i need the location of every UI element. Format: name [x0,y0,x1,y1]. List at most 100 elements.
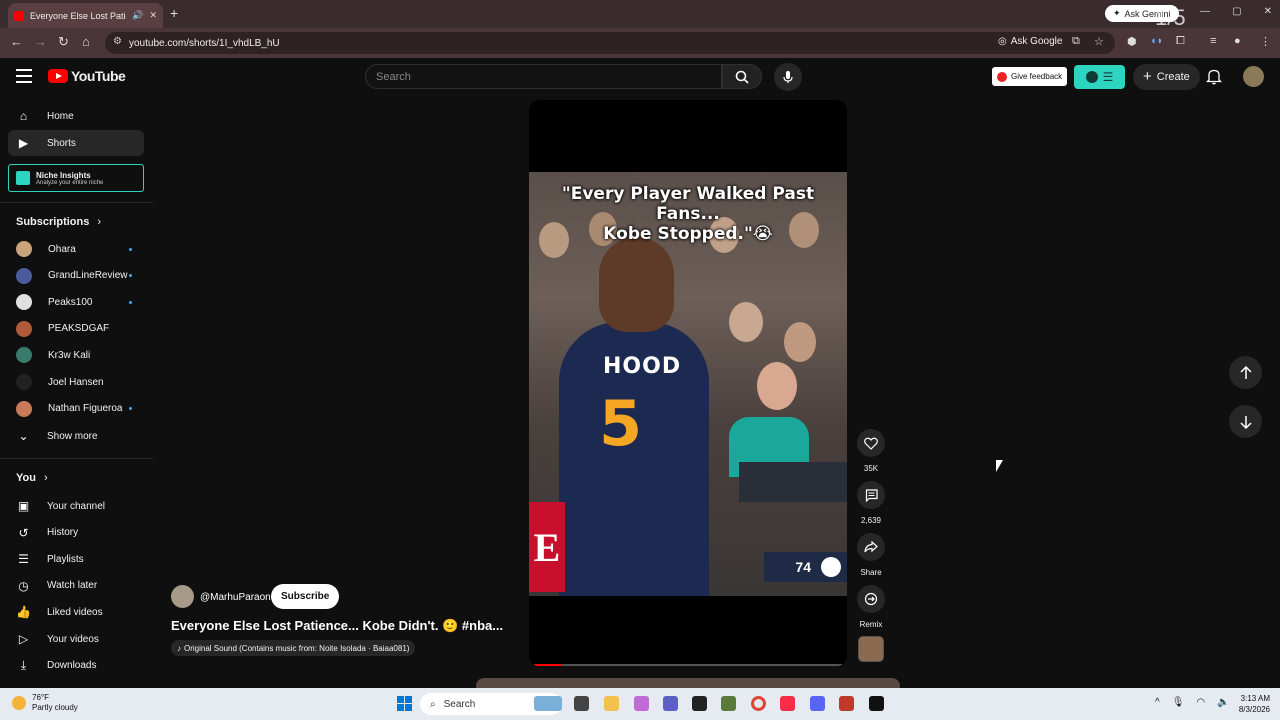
apple-music-icon[interactable] [780,696,795,711]
sidebar-subscription-item[interactable]: PEAKSDGAF [8,316,144,342]
arrow-up-icon [1239,365,1252,379]
sound-thumbnail[interactable] [858,636,884,662]
weather-widget[interactable]: 76°F Partly cloudy [12,693,78,713]
sidebar-item-label: Liked videos [47,606,103,618]
channel-handle[interactable]: @MarhuParaon [200,592,271,603]
create-button[interactable]: + Create [1133,64,1200,90]
show-hidden-icons-icon[interactable]: ^ [1155,697,1160,708]
discord-icon[interactable] [810,696,825,711]
sound-link[interactable]: ♪ Original Sound (Contains music from: N… [171,640,416,656]
close-window-icon[interactable]: ✕ [1264,6,1272,17]
you-heading[interactable]: You › [16,472,48,484]
home-browser-icon[interactable]: ⌂ [82,34,90,49]
next-short-button[interactable] [1229,405,1262,438]
niche-insights-subtitle: Analyze your entire niche [36,179,104,186]
extension-shield-icon[interactable]: ⬢ [1127,35,1137,48]
sidebar-item-shorts[interactable]: ▶ Shorts [8,130,144,156]
site-info-icon[interactable]: ⚙ [113,36,122,47]
subscriptions-label: Subscriptions [16,216,90,228]
back-icon[interactable]: ← [10,34,23,49]
browser-tab[interactable]: Everyone Else Lost Patience 🔊 ✕ [8,3,163,28]
tab-audio-icon[interactable]: 🔊 [132,10,143,21]
teams-icon[interactable] [663,696,678,711]
subscribe-button[interactable]: Subscribe [271,584,340,609]
terminal-icon[interactable] [869,696,884,711]
previous-short-button[interactable] [1229,356,1262,389]
like-button[interactable]: 35K [857,429,885,473]
taskbar-widget-image-icon[interactable] [534,696,562,711]
wifi-icon[interactable]: ◠ [1196,697,1205,708]
extension-audio-icon[interactable]: ◖◗ [1150,35,1163,47]
bookmark-star-icon[interactable]: ☆ [1094,35,1104,48]
file-explorer-icon[interactable] [604,696,619,711]
niche-insights-card[interactable]: Niche Insights Analyze your entire niche [8,164,144,192]
search-button[interactable] [722,64,762,89]
new-tab-button[interactable]: + [170,5,178,21]
share-button[interactable]: Share [857,533,885,577]
reading-list-icon[interactable]: ≡ [1210,35,1216,47]
niche-extension-button[interactable]: ☰ [1074,65,1125,89]
sidebar-you-item[interactable]: ▣ Your channel [8,493,144,519]
shorts-icon: ▶ [18,136,29,150]
you-label: You [16,472,36,484]
sidebar-you-item[interactable]: ↺ History [8,520,144,546]
task-view-icon[interactable] [574,696,589,711]
reload-icon[interactable]: ↻ [58,34,69,50]
remix-button[interactable]: Remix [857,585,885,629]
ask-google-label: Ask Google [1010,36,1063,47]
hamburger-menu-icon[interactable] [16,69,32,83]
minecraft-icon[interactable] [721,696,736,711]
url-field[interactable]: ⚙ youtube.com/shorts/1I_vhdLB_hU [105,32,1115,54]
sidebar-subscription-item[interactable]: Joel Hansen [8,369,144,395]
sidebar-you-item[interactable]: ⤓ Downloads [8,653,144,679]
progress-bar[interactable] [534,664,842,666]
next-short-preview[interactable] [476,678,900,688]
copilot-icon[interactable] [634,696,649,711]
sidebar-subscription-item[interactable]: Kr3w Kali [8,342,144,368]
windows-start-icon[interactable] [397,696,412,711]
maximize-icon[interactable]: ▢ [1232,6,1241,17]
sidebar-you-item[interactable]: ▷ Your videos [8,626,144,652]
profile-icon[interactable]: ● [1234,35,1241,47]
sidebar-you-item[interactable]: ☰ Playlists [8,546,144,572]
tab-close-icon[interactable]: ✕ [149,10,157,21]
search-input[interactable]: Search [365,64,722,89]
niche-menu-icon: ☰ [1102,70,1114,84]
notifications-bell-icon[interactable] [1205,68,1223,90]
sidebar-subscription-item[interactable]: GrandLineReview [8,263,144,289]
browser-menu-icon[interactable]: ⋮ [1260,35,1271,48]
install-icon[interactable]: ⧉ [1072,35,1080,48]
voice-search-button[interactable] [774,63,802,91]
capcut-icon[interactable] [692,696,707,711]
new-content-dot [129,247,132,251]
sidebar-subscription-item[interactable]: Nathan Figueroa [8,396,144,422]
youtube-logo[interactable]: YouTube [48,68,126,84]
comments-button[interactable]: 2,639 [857,481,885,525]
ask-google-button[interactable]: ◎ Ask Google [998,36,1062,47]
chrome-icon[interactable] [751,696,766,711]
forward-icon[interactable]: → [34,34,47,49]
shorts-video-player[interactable]: HOOD 5 E 74 "Every Player Walked Past Fa… [529,100,847,666]
microphone-tray-icon[interactable]: 🎙 [1172,697,1185,708]
volume-icon[interactable]: 🔈 [1217,697,1229,708]
extensions-puzzle-icon[interactable]: ⧠ [1176,35,1185,48]
subscription-label: Joel Hansen [48,376,104,388]
give-feedback-button[interactable]: Give feedback [992,67,1068,86]
subscriptions-heading[interactable]: Subscriptions › [16,216,101,228]
subscription-label: Ohara [48,243,76,255]
channel-avatar[interactable] [171,585,194,608]
clock[interactable]: 3:13 AM 8/3/2026 [1234,693,1270,715]
show-more-button[interactable]: ⌄ Show more [8,423,144,449]
youtube-wordmark: YouTube [71,68,126,84]
sidebar-you-item[interactable]: 👍 Liked videos [8,599,144,625]
video-title[interactable]: Everyone Else Lost Patience... Kobe Didn… [171,618,503,634]
sidebar-subscription-item[interactable]: Peaks100 [8,289,144,315]
minimize-icon[interactable]: — [1200,6,1210,17]
sidebar-subscription-item[interactable]: Ohara [8,236,144,262]
sidebar-item-home[interactable]: ⌂ Home [8,103,144,129]
account-avatar[interactable] [1243,66,1264,87]
weather-condition: Partly cloudy [32,703,78,712]
sidebar-item-label: Your channel [47,500,106,512]
app-icon[interactable] [839,696,854,711]
sidebar-you-item[interactable]: ◷ Watch later [8,573,144,599]
